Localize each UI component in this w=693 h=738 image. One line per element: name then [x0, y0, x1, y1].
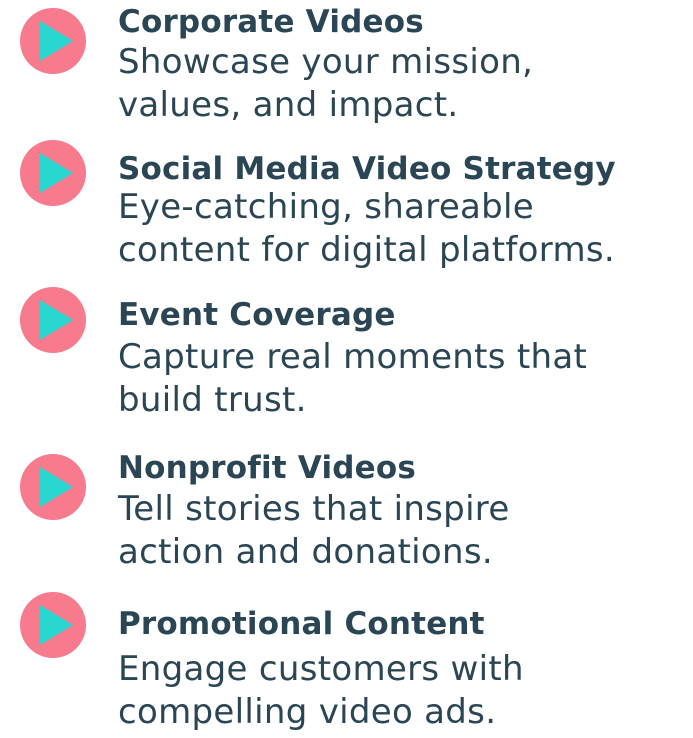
play-icon: [20, 454, 86, 520]
play-icon: [20, 287, 86, 353]
service-description-line: values, and impact.: [118, 85, 459, 125]
service-description-line: Showcase your mission,: [118, 42, 534, 82]
play-icon: [20, 8, 86, 74]
service-description-line: Eye-catching, shareable: [118, 187, 535, 227]
service-description-line: compelling video ads.: [118, 692, 497, 732]
service-description: Engage customers with compelling video a…: [118, 648, 524, 734]
service-description-line: Tell stories that inspire: [118, 489, 510, 529]
service-description: Showcase your mission, values, and impac…: [118, 41, 533, 127]
play-icon: [20, 592, 86, 658]
service-title: Corporate Videos: [118, 4, 424, 40]
service-title: Nonprofit Videos: [118, 450, 417, 486]
service-description-line: build trust.: [118, 380, 307, 420]
service-description-line: action and donations.: [118, 532, 493, 572]
service-title: Social Media Video Strategy: [118, 151, 616, 187]
service-description: Tell stories that inspire action and don…: [118, 488, 510, 574]
service-description-line: content for digital platforms.: [118, 230, 616, 270]
play-icon: [20, 140, 86, 206]
service-title: Event Coverage: [118, 297, 396, 333]
service-title: Promotional Content: [118, 606, 485, 642]
service-description: Capture real moments that build trust.: [118, 336, 587, 422]
service-description: Eye-catching, shareable content for digi…: [118, 186, 615, 272]
service-description-line: Engage customers with: [118, 649, 524, 689]
service-description-line: Capture real moments that: [118, 337, 588, 377]
